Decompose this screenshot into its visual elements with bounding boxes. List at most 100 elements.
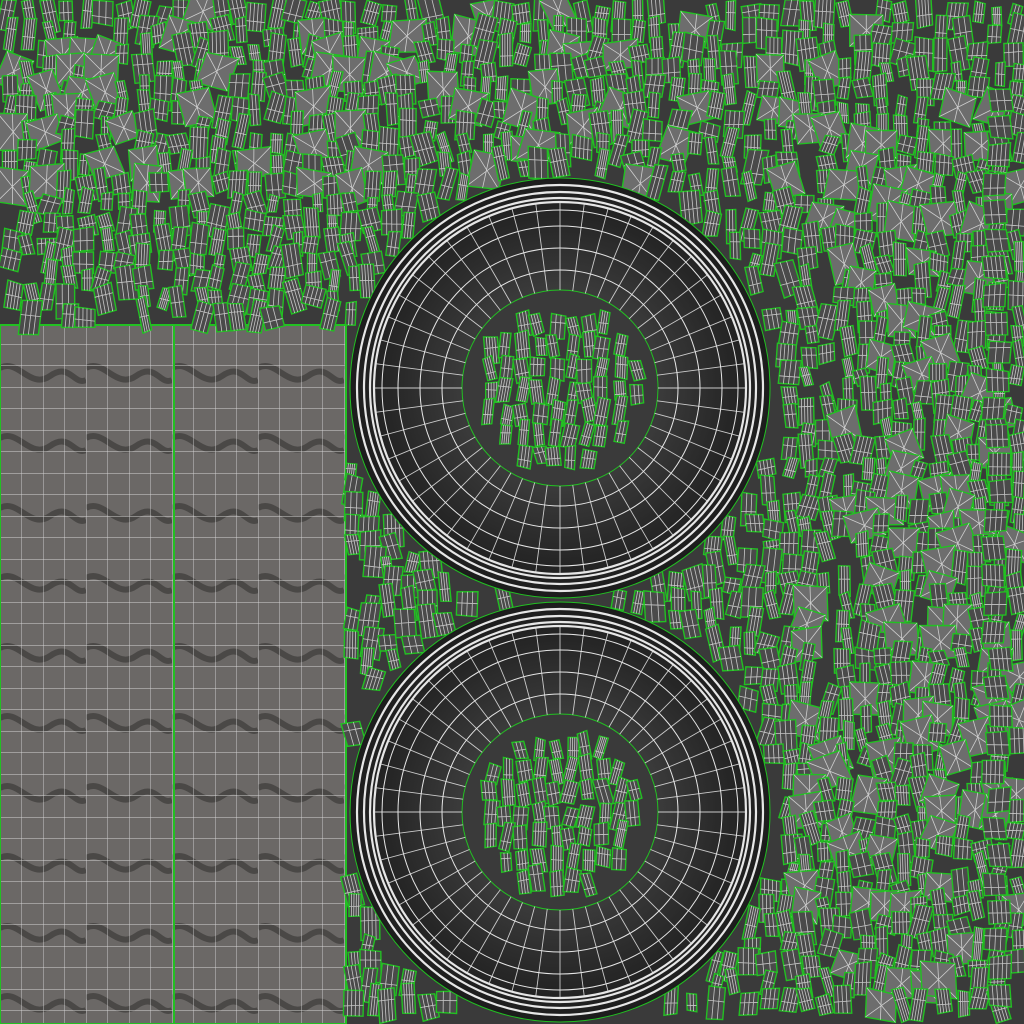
uv-island bbox=[562, 866, 583, 894]
uv-island bbox=[972, 0, 986, 24]
uv-island bbox=[812, 799, 837, 823]
uv-island bbox=[797, 396, 815, 426]
uv-island bbox=[982, 674, 1010, 700]
tread-panel-left bbox=[0, 324, 175, 1024]
uv-island bbox=[933, 152, 955, 177]
uv-island bbox=[982, 282, 1007, 308]
uv-island bbox=[592, 425, 609, 448]
uv-island bbox=[914, 836, 931, 859]
uv-island bbox=[761, 306, 785, 332]
uv-island bbox=[893, 494, 909, 523]
uv-island bbox=[614, 354, 629, 381]
uv-island bbox=[563, 444, 577, 471]
uv-island bbox=[17, 299, 44, 336]
uv-island bbox=[157, 249, 175, 271]
uv-island bbox=[73, 109, 96, 140]
uv-island bbox=[227, 73, 251, 99]
uv-island bbox=[981, 816, 1008, 840]
uv-island bbox=[641, 117, 663, 143]
uv-island bbox=[74, 306, 96, 329]
uv-island bbox=[988, 704, 1013, 728]
uv-island bbox=[980, 759, 1006, 785]
uv-island bbox=[837, 57, 852, 79]
uv-island bbox=[247, 93, 262, 127]
uv-island bbox=[480, 397, 496, 426]
uv-island bbox=[148, 172, 170, 194]
uv-island bbox=[738, 991, 760, 1016]
uv-island bbox=[515, 758, 535, 784]
uv-island bbox=[832, 984, 853, 1014]
uv-island bbox=[435, 990, 458, 1015]
uv-island bbox=[981, 872, 1008, 897]
uv-island bbox=[872, 513, 890, 534]
uv-island bbox=[986, 24, 1003, 45]
uv-island bbox=[269, 132, 284, 155]
uv-island bbox=[591, 335, 611, 362]
uv-island bbox=[982, 198, 1008, 226]
uv-island bbox=[400, 982, 417, 1015]
uv-island bbox=[987, 646, 1014, 672]
uv-island bbox=[531, 821, 548, 848]
uv-island bbox=[971, 926, 985, 962]
uv-island bbox=[907, 498, 931, 525]
uv-island bbox=[610, 846, 628, 871]
uv-island bbox=[985, 842, 1013, 868]
uv-island bbox=[987, 88, 1015, 113]
uv-island bbox=[400, 634, 426, 655]
uv-island bbox=[595, 845, 612, 869]
uv-island bbox=[725, 0, 737, 32]
uv-island bbox=[20, 17, 38, 51]
uv-island bbox=[417, 97, 441, 119]
uv-island bbox=[968, 460, 983, 482]
uv-island bbox=[890, 910, 912, 935]
uv-island bbox=[226, 302, 247, 332]
uv-island bbox=[1008, 798, 1024, 824]
uv-island bbox=[986, 984, 1013, 1008]
uv-island bbox=[343, 629, 359, 660]
uv-island bbox=[642, 590, 667, 623]
uv-island bbox=[544, 445, 562, 467]
uv-island bbox=[847, 850, 875, 879]
uv-island bbox=[932, 37, 948, 73]
uv-island bbox=[984, 423, 1010, 449]
uv-island bbox=[981, 563, 1006, 589]
uv-island bbox=[1008, 726, 1024, 755]
uv-island bbox=[517, 418, 531, 448]
uv-island bbox=[766, 499, 782, 523]
uv-island bbox=[437, 571, 452, 603]
uv-island bbox=[988, 953, 1013, 981]
uv-layout-canvas bbox=[0, 0, 1024, 1024]
uv-island bbox=[531, 401, 550, 426]
uv-island bbox=[593, 821, 610, 847]
uv-island bbox=[499, 354, 515, 380]
uv-island bbox=[782, 402, 799, 429]
uv-island bbox=[854, 529, 870, 558]
uv-island bbox=[983, 590, 1008, 617]
uv-island bbox=[991, 6, 1003, 27]
uv-island bbox=[986, 899, 1012, 925]
uv-island bbox=[983, 228, 1011, 253]
uv-island bbox=[952, 836, 974, 861]
uv-island bbox=[980, 620, 1007, 644]
uv-island bbox=[759, 987, 781, 1010]
uv-island bbox=[983, 927, 1008, 953]
uv-island bbox=[499, 852, 513, 874]
uv-island bbox=[702, 57, 717, 82]
uv-island bbox=[499, 31, 514, 68]
uv-island bbox=[980, 396, 1007, 421]
uv-island bbox=[981, 254, 1008, 280]
uv-island bbox=[302, 206, 321, 239]
uv-island bbox=[834, 776, 854, 804]
uv-island bbox=[306, 251, 318, 274]
uv-island bbox=[381, 170, 398, 198]
uv-island bbox=[800, 346, 819, 370]
uv-island bbox=[1010, 629, 1023, 662]
uv-island bbox=[957, 989, 971, 1018]
uv-island bbox=[500, 778, 517, 808]
uv-island bbox=[763, 118, 778, 141]
uv-island bbox=[988, 478, 1014, 504]
uv-island bbox=[987, 452, 1012, 477]
uv-island bbox=[234, 15, 248, 44]
uv-island bbox=[575, 358, 593, 386]
uv-island bbox=[873, 646, 893, 666]
